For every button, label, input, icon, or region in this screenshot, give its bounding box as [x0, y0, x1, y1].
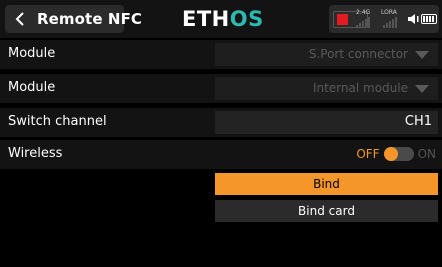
switch-channel-field[interactable]: CH1 [215, 111, 438, 134]
toggle-on-label: ON [417, 147, 436, 161]
row-label: Module [8, 46, 56, 61]
record-icon [337, 14, 348, 25]
toggle-switch[interactable] [383, 147, 414, 161]
page-title: Remote NFC [37, 10, 143, 28]
row-label: Switch channel [8, 114, 107, 129]
row-wireless: Wireless OFF ON [0, 140, 442, 169]
row-module-2: Module Internal module [0, 74, 442, 103]
caret-down-icon [415, 51, 429, 59]
bind-card-button[interactable]: Bind card [215, 200, 438, 222]
rssi-2g4-label: 2.4G [356, 9, 371, 16]
row-module-1: Module S.Port connector [0, 40, 442, 69]
speaker-icon [408, 14, 419, 24]
back-button[interactable]: Remote NFC [5, 5, 142, 33]
toggle-knob [383, 147, 398, 161]
row-label: Module [8, 80, 56, 95]
rssi-lora-label: LORA [381, 9, 397, 16]
status-panel[interactable]: 2.4G LORA [329, 5, 439, 33]
chevron-left-icon [15, 12, 24, 26]
rssi-lora-bars-icon [383, 16, 397, 28]
module-select-2[interactable]: Internal module [215, 77, 438, 100]
toggle-off-label: OFF [356, 147, 380, 161]
wireless-toggle[interactable]: OFF ON [356, 147, 436, 161]
bind-button[interactable]: Bind [215, 173, 438, 195]
top-bar: Remote NFC ETH OS 2.4G LORA [0, 0, 442, 38]
module-select-1[interactable]: S.Port connector [215, 43, 438, 66]
caret-down-icon [415, 85, 429, 93]
rssi-2g4-bars-icon [356, 16, 370, 28]
battery-icon [421, 14, 437, 24]
row-switch-channel: Switch channel CH1 [0, 108, 442, 137]
row-label: Wireless [8, 146, 63, 161]
ethos-logo: ETH OS [182, 7, 264, 31]
